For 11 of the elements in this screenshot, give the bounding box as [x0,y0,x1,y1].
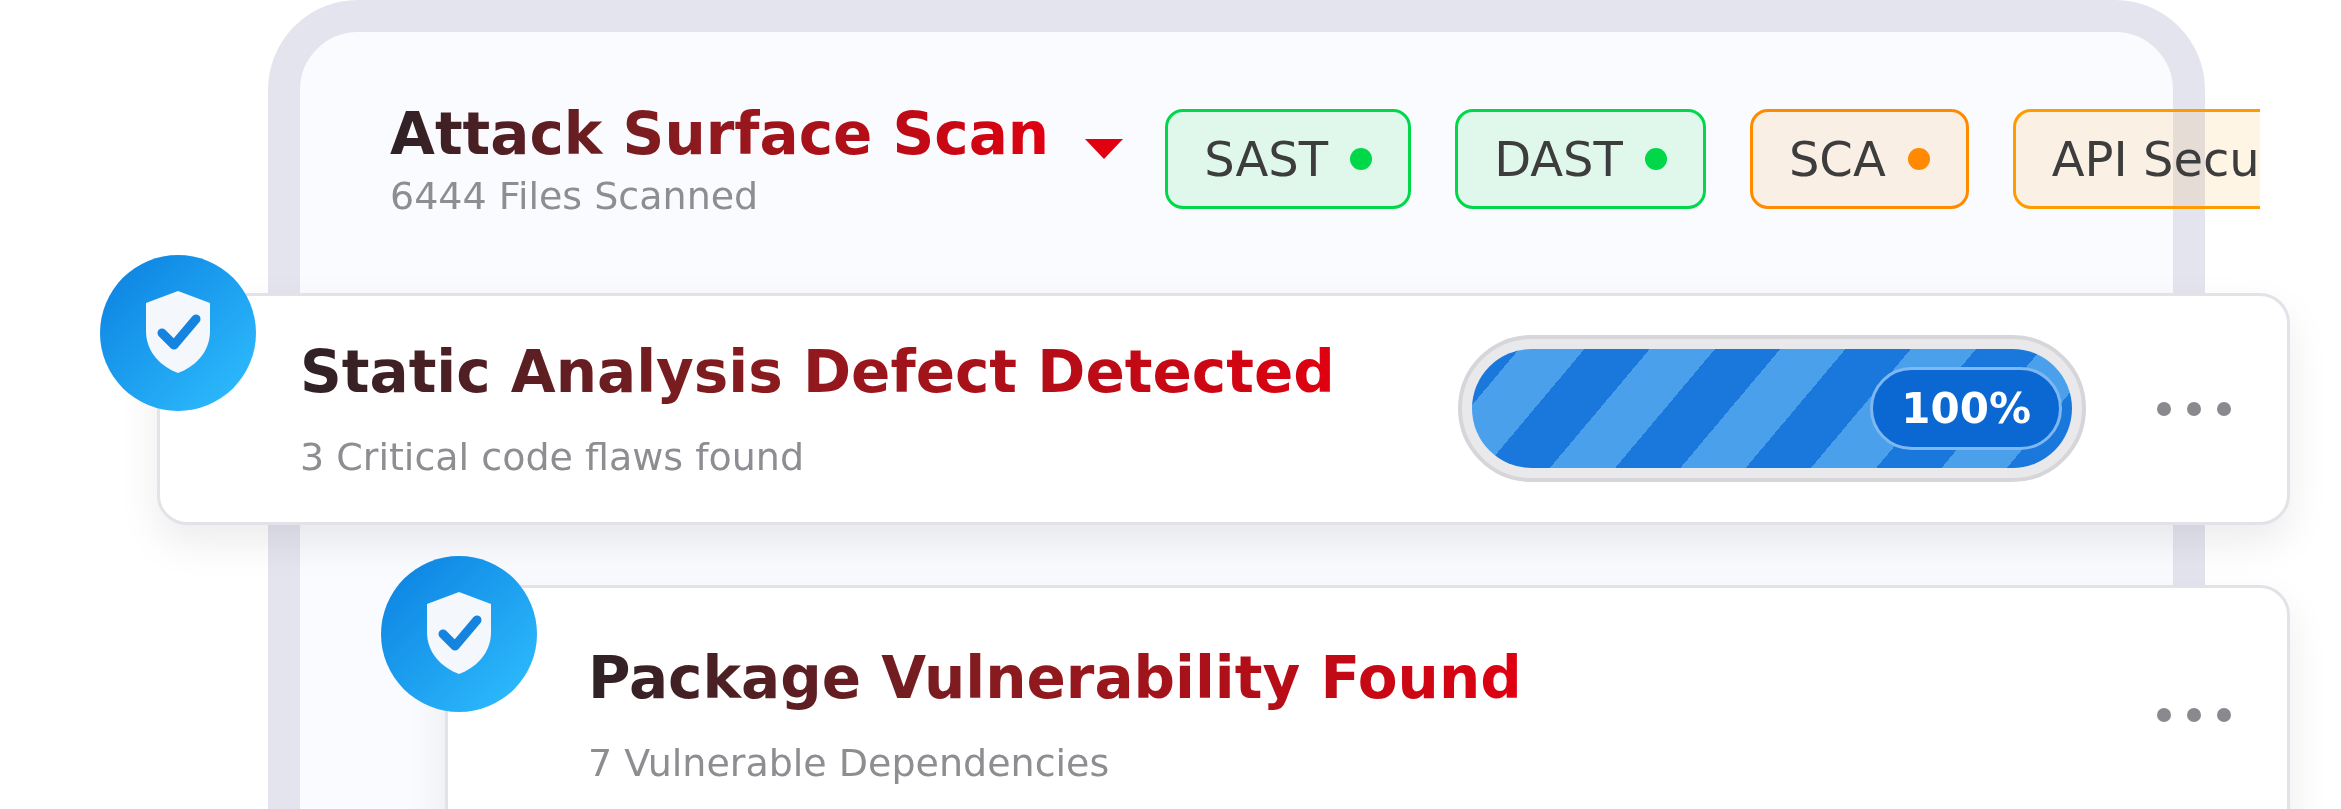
caret-icon[interactable] [1085,138,1124,159]
files-scanned-text: 6444 Files Scanned [390,173,760,218]
progress-reading: 100% [1870,367,2062,451]
finding-subtitle: 3 Critical code flaws found [300,435,806,480]
scan-type-tag[interactable]: API Secu [2012,108,2260,209]
scan-type-tag[interactable]: SCA [1749,108,1969,209]
more-icon[interactable] [2156,400,2232,417]
finding-subtitle: 7 Vulnerable Dependencies [588,741,1111,786]
scan-type-tag[interactable]: SAST [1165,108,1412,209]
scan-type-tag[interactable]: DAST [1455,108,1706,209]
more-icon[interactable] [2156,706,2232,723]
